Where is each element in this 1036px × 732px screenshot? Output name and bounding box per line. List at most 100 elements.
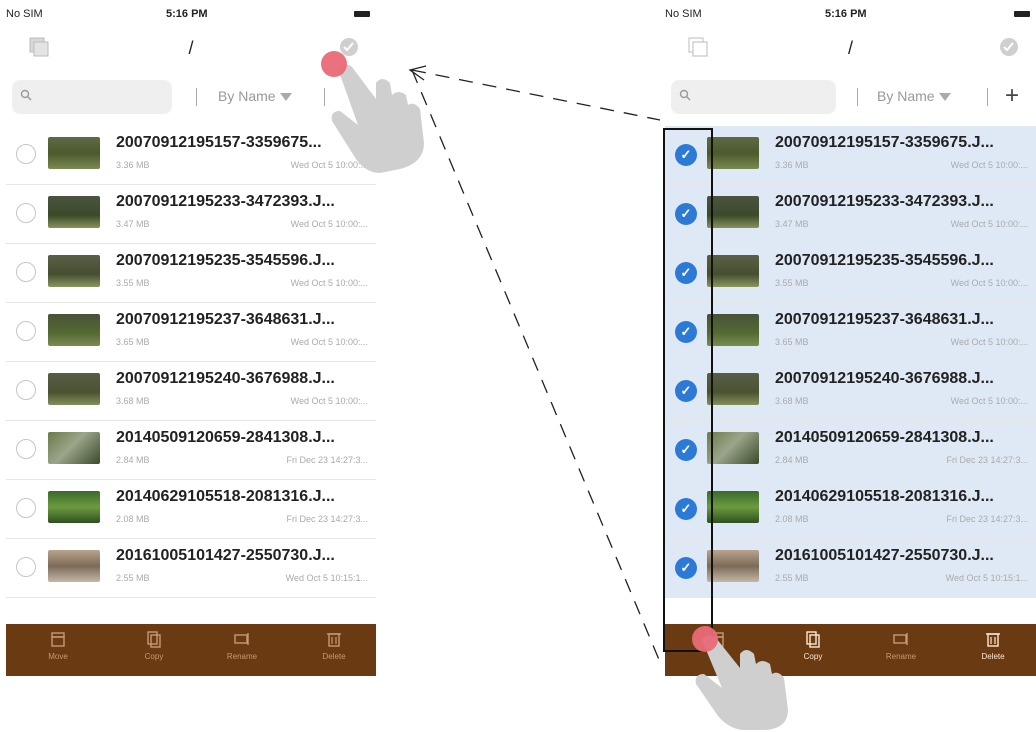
file-row[interactable]: ✓ 20070912195237-3648631.J... 3.65 MB Wed O… — [665, 303, 1036, 362]
toolbar-label: Move — [48, 652, 68, 661]
select-circle[interactable] — [16, 557, 36, 577]
file-row[interactable]: ✓ 20140509120659-2841308.J... 2.84 MB Fri D… — [665, 421, 1036, 480]
file-row[interactable]: ✓ 20161005101427-2550730.J... 2.55 MB Wed O… — [665, 539, 1036, 598]
select-all-icon[interactable] — [998, 36, 1020, 58]
file-thumbnail — [707, 491, 759, 523]
file-date: Wed Oct 5 10:00:... — [290, 278, 368, 288]
file-row[interactable]: ✓ 20140629105518-2081316.J... 2.08 MB Fri D… — [665, 480, 1036, 539]
file-name: 20161005101427-2550730.J... — [116, 547, 335, 564]
file-thumbnail — [48, 196, 100, 228]
file-thumbnail — [48, 314, 100, 346]
clock: 5:16 PM — [825, 8, 867, 20]
file-row[interactable]: 20161005101427-2550730.J... 2.55 MB Wed Oc… — [6, 539, 376, 598]
select-circle[interactable] — [16, 203, 36, 223]
file-size: 3.36 MB — [116, 160, 150, 170]
battery-icon — [354, 11, 370, 17]
file-list: 20070912195157-3359675... 3.36 MB Wed Oct … — [6, 126, 376, 598]
toolbar-label: Copy — [803, 652, 823, 661]
select-circle[interactable] — [16, 380, 36, 400]
trash-button[interactable]: Delete — [963, 630, 1023, 661]
sort-dropdown[interactable]: By Name — [218, 88, 292, 104]
move-button[interactable]: Move — [28, 630, 88, 661]
file-name: 20161005101427-2550730.J... — [775, 547, 994, 564]
add-button[interactable]: + — [1005, 82, 1019, 110]
file-date: Wed Oct 5 10:15:1... — [285, 573, 368, 583]
left-screen: No SIM 5:16 PM / By Name 20070912195157-… — [6, 0, 376, 676]
chevron-down-icon — [279, 93, 292, 102]
file-name: 20070912195235-3545596.J... — [116, 252, 335, 269]
file-size: 3.36 MB — [775, 160, 809, 170]
file-name: 20070912195237-3648631.J... — [775, 311, 994, 328]
status-bar: No SIM 5:16 PM — [665, 0, 1036, 26]
file-row[interactable]: 20070912195233-3472393.J... 3.47 MB Wed Oc… — [6, 185, 376, 244]
sort-dropdown[interactable]: By Name — [877, 88, 951, 104]
selection-highlight-box — [663, 128, 713, 652]
rename-button[interactable]: Rename — [871, 630, 931, 661]
file-thumbnail — [707, 137, 759, 169]
select-circle[interactable] — [16, 439, 36, 459]
copy-button[interactable]: Copy — [124, 630, 184, 661]
file-row[interactable]: ✓ 20070912195235-3545596.J... 3.55 MB Wed O… — [665, 244, 1036, 303]
file-size: 3.47 MB — [116, 219, 150, 229]
trash-button[interactable]: Delete — [304, 630, 364, 661]
chevron-down-icon — [938, 93, 951, 102]
copy-icon — [147, 631, 161, 648]
file-date: Wed Oct 5 10:00:... — [290, 337, 368, 347]
file-name: 20070912195240-3676988.J... — [775, 370, 994, 387]
search-row: By Name — [6, 80, 376, 118]
toolbar-label: Delete — [322, 652, 346, 661]
file-date: Wed Oct 5 10:00:... — [950, 219, 1028, 229]
status-bar: No SIM 5:16 PM — [6, 0, 376, 26]
file-thumbnail — [48, 137, 100, 169]
file-name: 20070912195157-3359675.J... — [775, 134, 994, 151]
file-row[interactable]: 20070912195237-3648631.J... 3.65 MB Wed Oc… — [6, 303, 376, 362]
toolbar-label: Delete — [981, 652, 1005, 661]
file-date: Wed Oct 5 10:00:... — [950, 337, 1028, 347]
select-circle[interactable] — [16, 144, 36, 164]
page-title: / — [188, 38, 194, 58]
select-circle[interactable] — [16, 262, 36, 282]
search-input[interactable] — [38, 86, 167, 108]
search-field[interactable] — [12, 80, 172, 114]
file-size: 3.47 MB — [775, 219, 809, 229]
file-date: Wed Oct 5 10:00:... — [290, 219, 368, 229]
file-size: 2.84 MB — [116, 455, 150, 465]
file-row[interactable]: ✓ 20070912195240-3676988.J... 3.68 MB Wed O… — [665, 362, 1036, 421]
bottom-toolbar: Move Copy Rename Delete — [6, 624, 376, 676]
file-row[interactable]: ✓ 20070912195233-3472393.J... 3.47 MB Wed O… — [665, 185, 1036, 244]
select-circle[interactable] — [16, 498, 36, 518]
file-thumbnail — [707, 373, 759, 405]
file-row[interactable]: 20070912195240-3676988.J... 3.68 MB Wed Oc… — [6, 362, 376, 421]
nav-bar: / — [665, 30, 1036, 66]
file-date: Fri Dec 23 14:27:3... — [946, 514, 1028, 524]
search-row: By Name + — [665, 80, 1036, 118]
divider — [324, 88, 325, 106]
file-row[interactable]: ✓ 20070912195157-3359675.J... 3.36 MB Wed O… — [665, 126, 1036, 185]
toolbar-label: Rename — [885, 652, 917, 661]
file-thumbnail — [707, 550, 759, 582]
battery-icon — [1014, 11, 1030, 17]
file-date: Fri Dec 23 14:27:3... — [286, 514, 368, 524]
file-size: 2.84 MB — [775, 455, 809, 465]
file-row[interactable]: 20140509120659-2841308.J... 2.84 MB Fri De… — [6, 421, 376, 480]
file-row[interactable]: 20070912195157-3359675... 3.36 MB Wed Oct … — [6, 126, 376, 185]
file-size: 3.65 MB — [775, 337, 809, 347]
select-circle[interactable] — [16, 321, 36, 341]
file-date: Wed Oct 5 10:15:1... — [945, 573, 1028, 583]
rename-button[interactable]: Rename — [212, 630, 272, 661]
search-field[interactable] — [671, 80, 836, 114]
rename-icon — [893, 633, 908, 645]
tap-indicator — [321, 51, 347, 77]
trash-icon — [327, 633, 341, 647]
file-name: 20070912195240-3676988.J... — [116, 370, 335, 387]
page-title: / — [847, 38, 853, 58]
file-size: 2.08 MB — [775, 514, 809, 524]
file-list: ✓ 20070912195157-3359675.J... 3.36 MB Wed O… — [665, 126, 1036, 598]
file-row[interactable]: 20070912195235-3545596.J... 3.55 MB Wed Oc… — [6, 244, 376, 303]
file-date: Wed Oct 5 10:00:... — [950, 396, 1028, 406]
search-icon — [20, 89, 32, 101]
file-row[interactable]: 20140629105518-2081316.J... 2.08 MB Fri De… — [6, 480, 376, 539]
file-name: 20140509120659-2841308.J... — [775, 429, 994, 446]
rename-icon — [234, 633, 249, 645]
file-name: 20070912195235-3545596.J... — [775, 252, 994, 269]
